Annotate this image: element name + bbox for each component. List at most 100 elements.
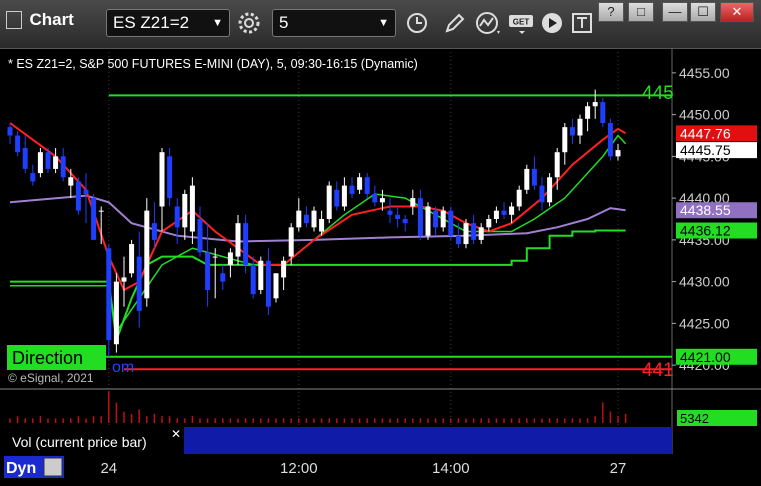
- settings-button[interactable]: [234, 9, 264, 37]
- price-tag: 4421.00: [680, 349, 731, 365]
- candle-body: [136, 256, 142, 311]
- copyright: © eSignal, 2021: [8, 371, 94, 385]
- text-tool-button[interactable]: [568, 9, 598, 37]
- candle-body: [341, 185, 347, 207]
- candle-body: [83, 189, 89, 194]
- candle-body: [524, 168, 530, 190]
- play-button[interactable]: [537, 9, 567, 37]
- symbol-dropdown-icon[interactable]: ▼: [212, 10, 223, 36]
- candle-body: [425, 206, 431, 236]
- candle-body: [22, 148, 28, 169]
- get-data-button[interactable]: GET: [507, 9, 537, 37]
- candle-body: [159, 152, 165, 207]
- candle-body: [258, 260, 264, 290]
- chart-title-area: Chart: [6, 10, 74, 36]
- statusbar: Dyn 24 12:00 14:00 27: [0, 454, 761, 481]
- candle-body: [174, 206, 180, 228]
- candle-body: [433, 210, 439, 228]
- pencil-icon: [445, 13, 465, 33]
- interval-input[interactable]: 5 ▼: [272, 9, 396, 37]
- play-icon: [542, 13, 562, 33]
- draw-button[interactable]: [439, 9, 469, 37]
- candle-body: [509, 206, 515, 215]
- price-axis[interactable]: 4420.004425.004430.004435.004440.004445.…: [672, 65, 730, 373]
- candle-body: [531, 168, 537, 186]
- interval-dropdown-icon[interactable]: ▼: [378, 10, 389, 36]
- candle-body: [478, 227, 484, 240]
- green-ma-line: [10, 134, 627, 334]
- candle-body: [455, 235, 461, 245]
- candle-body: [349, 185, 355, 194]
- dyn-label: Dyn: [6, 460, 36, 477]
- direction-label[interactable]: Direction: [12, 348, 83, 368]
- candle-body: [53, 156, 59, 169]
- price-tag: 4445.75: [680, 142, 731, 158]
- candle-body: [129, 244, 135, 274]
- candle-body: [151, 223, 157, 240]
- chart-area[interactable]: * ES Z21=2, S&P 500 FUTURES E-MINI (DAY)…: [0, 48, 761, 454]
- candle-body: [501, 210, 507, 215]
- x-tick-label: 14:00: [432, 460, 470, 477]
- candle-body: [577, 118, 583, 136]
- candle-body: [303, 214, 309, 224]
- y-tick-label: 4450.00: [679, 107, 730, 123]
- candle-body: [440, 210, 446, 228]
- maximize-button[interactable]: ☐: [690, 2, 716, 22]
- candle-body: [372, 193, 378, 203]
- candle-body: [182, 193, 188, 228]
- price-tag: 4438.55: [680, 202, 731, 218]
- time-axis[interactable]: Dyn 24 12:00 14:00 27: [0, 454, 761, 481]
- candle-body: [387, 210, 393, 215]
- candle-body: [235, 223, 241, 257]
- get-icon: GET: [509, 15, 533, 34]
- candle-body: [471, 223, 477, 240]
- x-tick-label: 24: [100, 460, 117, 477]
- candle-body: [600, 102, 606, 123]
- toolbar: Chart ES Z21=2 ▼ 5 ▼ GET ? □ — ☐ ✕: [0, 0, 761, 49]
- volume-close-icon[interactable]: ✕: [171, 427, 181, 441]
- candle-body: [167, 156, 173, 199]
- moving-averages: [9, 122, 627, 341]
- svg-text:GET: GET: [513, 18, 530, 27]
- candle-body: [493, 210, 499, 219]
- symbol-value: ES Z21=2: [113, 13, 190, 32]
- candle-body: [395, 214, 401, 219]
- chart-description: * ES Z21=2, S&P 500 FUTURES E-MINI (DAY)…: [8, 57, 418, 71]
- x-axis-labels: 24 12:00 14:00 27: [100, 460, 626, 477]
- candle-body: [15, 135, 21, 153]
- candle-body: [37, 152, 43, 174]
- symbol-input[interactable]: ES Z21=2 ▼: [106, 9, 230, 37]
- candle-body: [212, 256, 218, 258]
- candle-body: [410, 198, 416, 207]
- candle-body: [463, 223, 469, 245]
- study-button[interactable]: [473, 9, 503, 37]
- dyn-toggle-icon[interactable]: [43, 457, 63, 477]
- candle-body: [60, 156, 66, 178]
- candle-body: [144, 210, 150, 299]
- interval-value: 5: [279, 13, 289, 32]
- close-button[interactable]: ✕: [720, 2, 754, 22]
- upper-level-label: 445: [642, 83, 674, 104]
- text-tool-icon: [572, 13, 592, 33]
- candle-body: [516, 189, 522, 207]
- chart-title: Chart: [29, 10, 74, 29]
- candle-body: [7, 127, 13, 136]
- candle-body: [334, 189, 340, 207]
- candle-body: [265, 260, 271, 307]
- candle-body: [30, 173, 36, 182]
- y-tick-label: 4455.00: [679, 65, 730, 81]
- candle-body: [288, 227, 294, 257]
- restore-button[interactable]: □: [628, 2, 654, 22]
- minimize-button[interactable]: —: [662, 2, 688, 22]
- help-button[interactable]: ?: [598, 2, 624, 22]
- candle-body: [250, 264, 256, 295]
- price-tag: 4436.12: [680, 223, 731, 239]
- candle-body: [569, 127, 575, 136]
- candle-body: [607, 122, 613, 157]
- time-button[interactable]: [402, 9, 432, 37]
- candle-body: [592, 102, 598, 107]
- candle-body: [197, 219, 203, 253]
- candle-body: [281, 260, 287, 278]
- gear-icon: [238, 12, 260, 34]
- candle-body: [311, 210, 317, 228]
